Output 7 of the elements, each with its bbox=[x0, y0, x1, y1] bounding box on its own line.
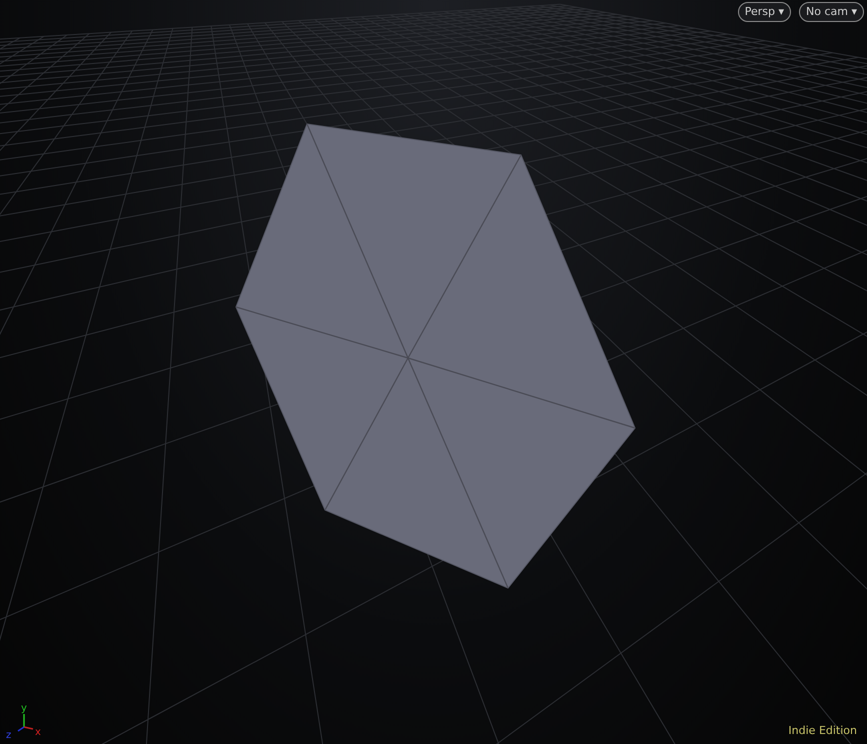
edition-label: Indie Edition bbox=[788, 722, 857, 738]
axis-gizmo-icon bbox=[18, 714, 34, 732]
view-menu-button[interactable]: No cam ▾ bbox=[799, 2, 864, 22]
view-menu-button[interactable]: Persp ▾ bbox=[738, 2, 792, 22]
x-axis-label: x bbox=[35, 727, 41, 738]
y-axis-label: y bbox=[21, 703, 27, 714]
z-axis-label: z bbox=[6, 730, 12, 738]
